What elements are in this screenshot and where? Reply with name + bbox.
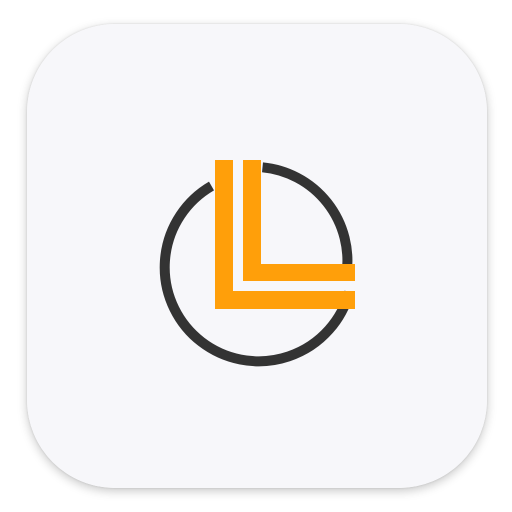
app-icon[interactable]	[27, 24, 487, 488]
app-icon-graphic	[27, 24, 487, 488]
stage	[0, 0, 512, 512]
